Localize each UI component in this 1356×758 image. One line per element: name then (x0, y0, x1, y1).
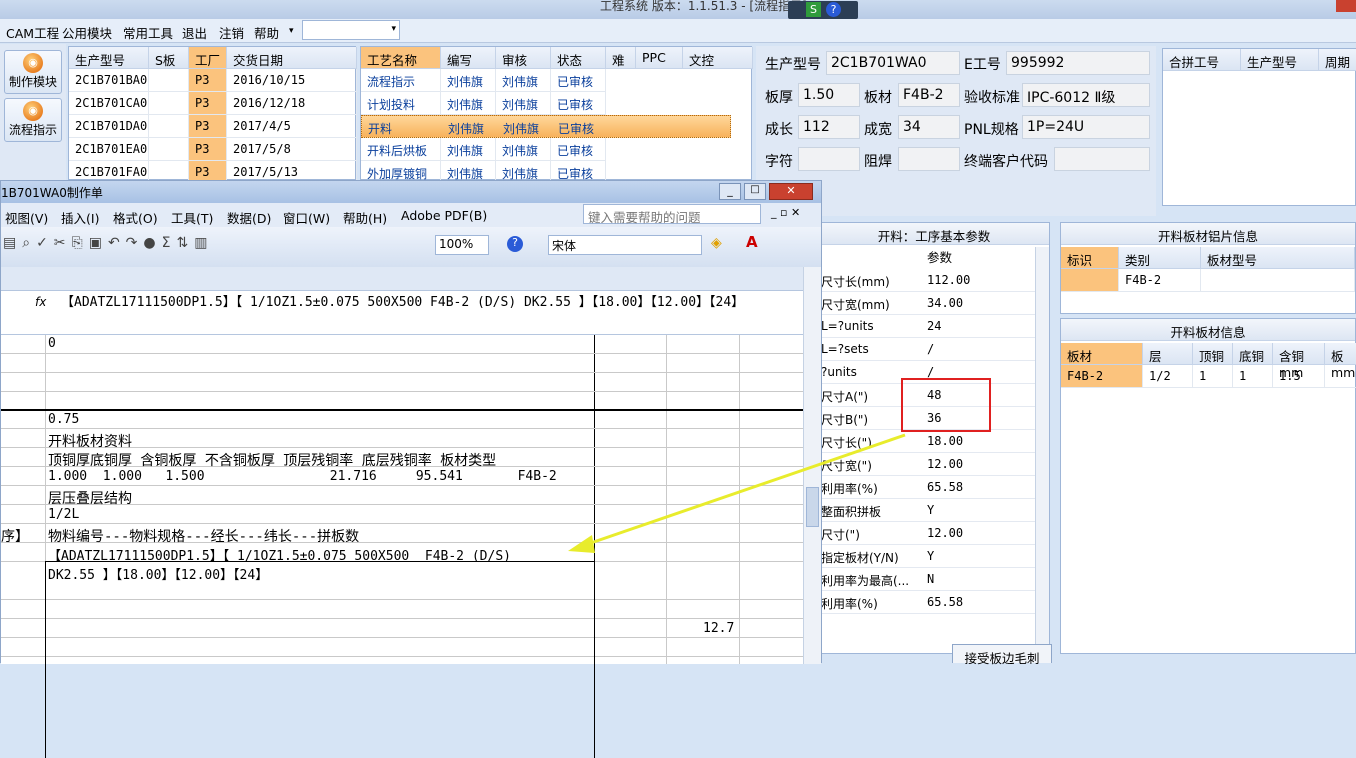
arrow-line (584, 433, 906, 547)
arrow-head (568, 535, 595, 553)
annotation-arrow (568, 433, 906, 553)
